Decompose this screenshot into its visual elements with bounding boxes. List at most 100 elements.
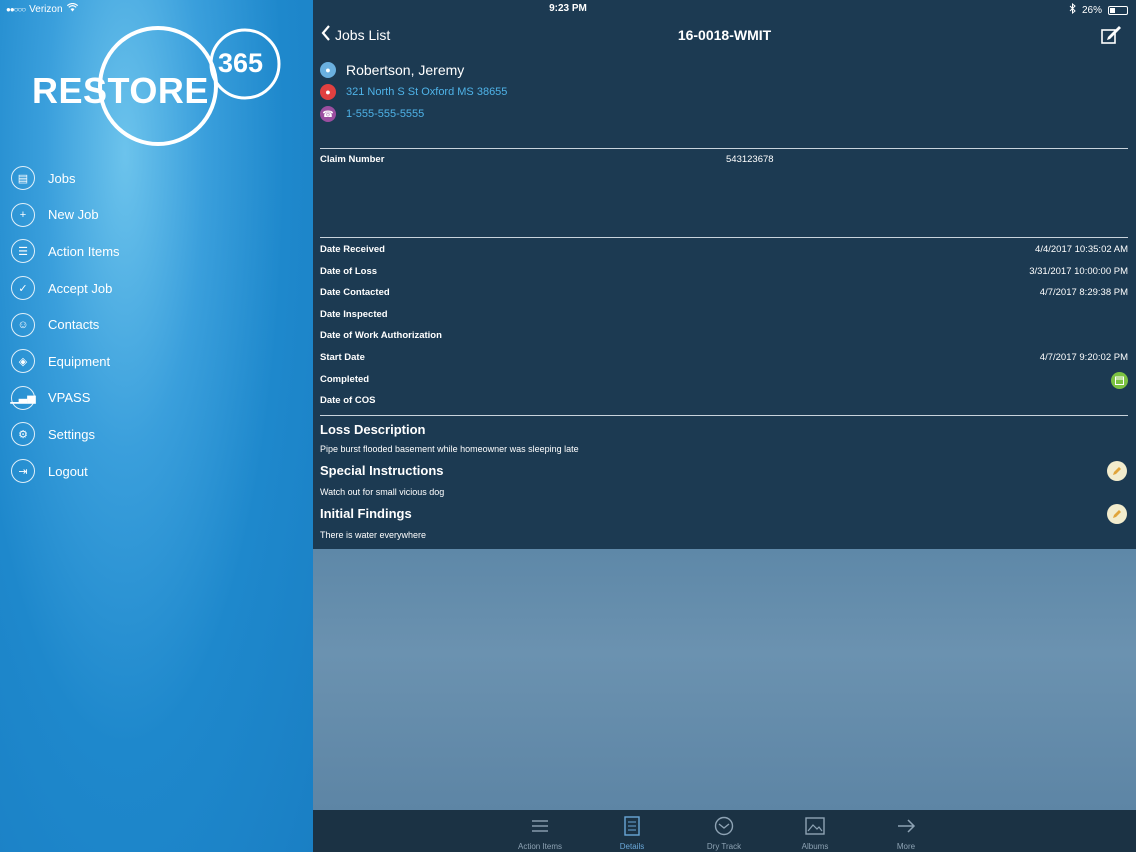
tab-more[interactable]: More	[871, 814, 941, 851]
status-time: 9:23 PM	[549, 3, 587, 14]
sidebar-item-jobs[interactable]: ▤ Jobs	[0, 160, 313, 197]
sidebar-item-label: Accept Job	[48, 280, 113, 296]
edit-special-instructions-pencil-icon[interactable]	[1107, 461, 1127, 481]
claim-number-row: Claim Number 543123678	[320, 154, 1128, 168]
tab-label: Action Items	[517, 842, 562, 851]
date-row: Date Inspected	[320, 309, 1128, 323]
address-link[interactable]: 321 North S St Oxford MS 38655	[346, 86, 507, 98]
date-row: Date of Loss 3/31/2017 10:00:00 PM	[320, 266, 1128, 280]
date-value: 4/7/2017 9:20:02 PM	[1039, 352, 1128, 363]
initial-findings-title: Initial Findings	[320, 506, 412, 521]
list-icon	[505, 814, 575, 838]
restore365-logo: RESTORE 365	[30, 26, 290, 148]
tab-label: Albums	[801, 842, 829, 851]
sidebar-item-label: Action Items	[48, 243, 120, 259]
loss-description-text: Pipe burst flooded basement while homeow…	[320, 444, 579, 454]
phone-row[interactable]: ☎ 1-555-555-5555	[320, 106, 424, 122]
signal-icon: ▁▃▅	[10, 385, 36, 410]
sidebar-item-label: VPASS	[48, 390, 91, 406]
sidebar-item-equipment[interactable]: ◈ Equipment	[0, 343, 313, 380]
bluetooth-icon	[1069, 2, 1076, 17]
divider	[320, 415, 1128, 416]
sidebar-item-accept-job[interactable]: ✓ Accept Job	[0, 270, 313, 307]
divider	[320, 237, 1128, 238]
date-row: Date Received 4/4/2017 10:35:02 AM	[320, 244, 1128, 258]
phone-icon: ☎	[320, 106, 336, 122]
date-label: Date of Work Authorization	[320, 330, 442, 341]
date-value: 3/31/2017 10:00:00 PM	[1029, 266, 1128, 277]
gear-icon: ⚙	[11, 422, 35, 447]
logo-text: RESTORE	[32, 70, 209, 111]
tab-action-items[interactable]: Action Items	[505, 814, 575, 851]
date-label: Date of COS	[320, 395, 376, 406]
claim-number-value: 543123678	[726, 154, 774, 165]
sidebar-item-label: Logout	[48, 463, 88, 479]
list-icon: ☰	[11, 239, 35, 264]
accept-job-icon: ✓	[11, 276, 35, 301]
person-icon: ●	[320, 62, 336, 78]
sidebar-item-label: Contacts	[48, 317, 100, 333]
tab-label: More	[896, 842, 916, 851]
special-instructions-title: Special Instructions	[320, 463, 444, 478]
tab-dry-track[interactable]: Dry Track	[689, 814, 759, 851]
sidebar-item-vpass[interactable]: ▁▃▅ VPASS	[0, 380, 313, 417]
special-instructions-text: Watch out for small vicious dog	[320, 487, 445, 497]
document-icon	[597, 814, 667, 838]
address-row[interactable]: ● 321 North S St Oxford MS 38655	[320, 84, 507, 100]
edit-icon[interactable]	[1100, 24, 1122, 46]
status-right: 26%	[1069, 2, 1128, 17]
background-area	[313, 549, 1136, 810]
logo-number: 365	[218, 48, 264, 78]
tab-label: Dry Track	[706, 842, 742, 851]
tab-bar: Action Items Details Dry Track Albums Mo…	[313, 810, 1136, 852]
tab-albums[interactable]: Albums	[780, 814, 850, 851]
date-label: Date Contacted	[320, 287, 390, 298]
phone-link[interactable]: 1-555-555-5555	[346, 108, 424, 120]
edit-initial-findings-pencil-icon[interactable]	[1107, 504, 1127, 524]
map-pin-icon: ●	[320, 84, 336, 100]
arrow-right-icon	[871, 814, 941, 838]
sidebar-item-logout[interactable]: ⇥ Logout	[0, 453, 313, 490]
equipment-icon: ◈	[11, 349, 35, 374]
contact-name-row: ● Robertson, Jeremy	[320, 62, 464, 78]
completed-row: Completed	[320, 372, 1128, 389]
date-row: Start Date 4/7/2017 9:20:02 PM	[320, 352, 1128, 366]
date-label: Completed	[320, 374, 370, 385]
date-value: 4/4/2017 10:35:02 AM	[1035, 244, 1128, 255]
date-value: 4/7/2017 8:29:38 PM	[1039, 287, 1128, 298]
logout-icon: ⇥	[11, 459, 35, 484]
date-row: Date of Work Authorization	[320, 330, 1128, 344]
sidebar-item-action-items[interactable]: ☰ Action Items	[0, 233, 313, 270]
navigation-bar: Jobs List 16-0018-WMIT	[313, 20, 1136, 52]
initial-findings-text: There is water everywhere	[320, 530, 427, 540]
dry-track-icon	[689, 814, 759, 838]
claim-number-label: Claim Number	[320, 154, 385, 165]
sidebar-item-settings[interactable]: ⚙ Settings	[0, 416, 313, 453]
sidebar-item-label: New Job	[48, 207, 99, 223]
sidebar-item-label: Equipment	[48, 353, 111, 369]
sidebar-item-new-job[interactable]: + New Job	[0, 197, 313, 234]
image-icon	[780, 814, 850, 838]
job-detail-panel: Jobs List 16-0018-WMIT ● Robertson, Jere…	[313, 0, 1136, 549]
calendar-icon[interactable]	[1111, 372, 1128, 389]
contact-name: Robertson, Jeremy	[346, 62, 465, 78]
sidebar-nav: ▤ Jobs + New Job ☰ Action Items ✓ Accept…	[0, 160, 313, 489]
tab-details[interactable]: Details	[597, 814, 667, 851]
loss-description-title: Loss Description	[320, 422, 426, 437]
battery-percent: 26%	[1081, 4, 1102, 16]
page-title: 16-0018-WMIT	[677, 27, 772, 43]
divider	[320, 148, 1128, 149]
sidebar-item-label: Jobs	[48, 170, 76, 186]
jobs-icon: ▤	[11, 166, 35, 191]
date-row: Date of COS	[320, 395, 1128, 409]
date-label: Date Received	[320, 244, 385, 255]
sidebar-item-contacts[interactable]: ☺ Contacts	[0, 306, 313, 343]
sidebar: ●●○○○ Verizon RESTORE 365 ▤ Jobs + New J…	[0, 0, 313, 852]
contacts-icon: ☺	[11, 312, 35, 337]
sidebar-item-label: Settings	[48, 426, 95, 442]
new-job-icon: +	[11, 202, 35, 227]
battery-icon	[1108, 5, 1128, 15]
date-label: Date of Loss	[320, 266, 378, 277]
main-panel: Jobs List 16-0018-WMIT ● Robertson, Jere…	[313, 0, 1136, 852]
tab-label: Details	[619, 842, 645, 851]
